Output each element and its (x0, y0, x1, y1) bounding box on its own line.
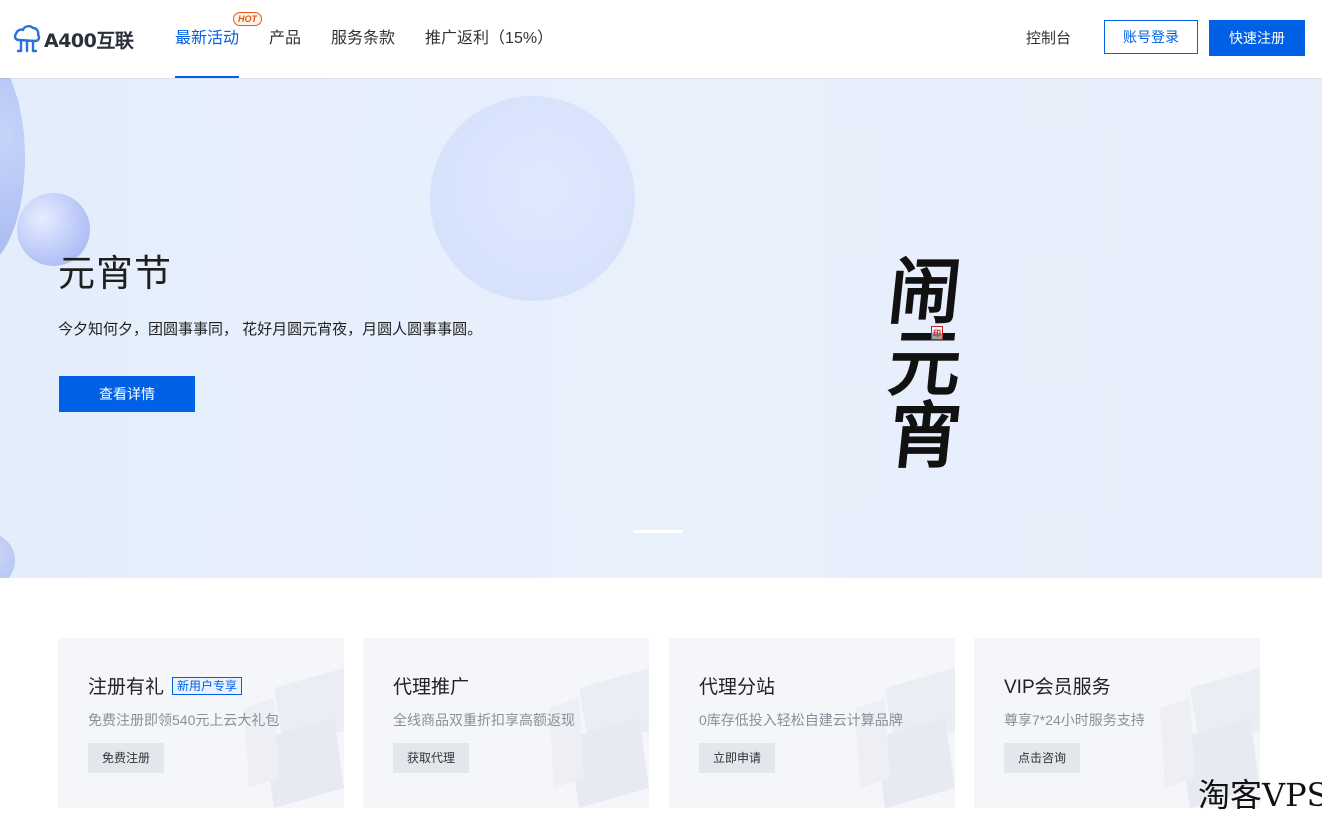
nav-item-label: 最新活动 (175, 30, 240, 47)
card-description: 免费注册即领540元上云大礼包 (88, 712, 280, 728)
calligraphy-char: 闹 (884, 249, 966, 334)
get-agent-button[interactable]: 获取代理 (393, 743, 470, 773)
logo-text: A400互联 (44, 29, 134, 52)
nav-item-latest-events[interactable]: 最新活动 HOT (175, 0, 262, 78)
card-description: 全线商品双重折扣享高额返现 (393, 712, 575, 728)
nav-item-label: 推广返利（15%） (425, 30, 554, 47)
apply-now-button[interactable]: 立即申请 (699, 743, 776, 773)
decorative-bubble (0, 533, 15, 578)
console-link[interactable]: 控制台 (1026, 0, 1071, 78)
new-user-tag: 新用户专享 (172, 676, 243, 695)
carousel-indicator (633, 530, 683, 533)
cube-decoration-icon (244, 668, 344, 808)
cube-decoration-icon (855, 668, 955, 808)
card-title: 代理推广 (393, 672, 469, 699)
calligraphy-char: 元 (884, 321, 966, 406)
top-header: A400互联 最新活动 HOT 产品 服务条款 推广返利（15%） 控制台 账号… (0, 0, 1322, 78)
nav-item-label: 服务条款 (331, 30, 396, 47)
card-title-text: 注册有礼 (88, 677, 165, 698)
hot-badge: HOT (233, 12, 262, 26)
login-button[interactable]: 账号登录 (1104, 20, 1198, 54)
carousel-dot-active[interactable] (633, 530, 683, 533)
nav-item-referral[interactable]: 推广返利（15%） (425, 0, 553, 78)
card-title-text: 代理分站 (699, 677, 776, 698)
card-title: 代理分站 (699, 672, 775, 699)
register-button[interactable]: 快速注册 (1209, 20, 1305, 56)
cloud-logo-icon (13, 25, 41, 53)
red-seal-icon: 印 (931, 326, 943, 340)
hero-banner: 元宵节 今夕知何夕，团圆事事同， 花好月圆元宵夜，月圆人圆事事圆。 查看详情 闹… (0, 78, 1322, 578)
watermark-text: 淘客VPS (1198, 776, 1322, 814)
main-nav: 最新活动 HOT 产品 服务条款 推广返利（15%） (175, 0, 583, 78)
nav-item-terms[interactable]: 服务条款 (331, 0, 395, 78)
card-description: 尊享7*24小时服务支持 (1004, 712, 1145, 728)
cube-decoration-icon (549, 668, 649, 808)
card-title-text: VIP会员服务 (1004, 677, 1111, 698)
view-details-button[interactable]: 查看详情 (59, 376, 195, 412)
decorative-bubble (430, 96, 635, 301)
card-agent-substation[interactable]: 代理分站 0库存低投入轻松自建云计算品牌 立即申请 (669, 638, 955, 808)
card-agent-promotion[interactable]: 代理推广 全线商品双重折扣享高额返现 获取代理 (363, 638, 649, 808)
banner-subtitle: 今夕知何夕，团圆事事同， 花好月圆元宵夜，月圆人圆事事圆。 (58, 321, 483, 338)
card-title-text: 代理推广 (393, 677, 470, 698)
calligraphy-char: 宵 (884, 393, 966, 478)
consult-button[interactable]: 点击咨询 (1004, 743, 1081, 773)
card-description: 0库存低投入轻松自建云计算品牌 (699, 712, 903, 728)
banner-title: 元宵节 (58, 253, 172, 294)
card-register-gift[interactable]: 注册有礼 新用户专享 免费注册即领540元上云大礼包 免费注册 (58, 638, 344, 808)
card-title: VIP会员服务 (1004, 672, 1111, 699)
nav-item-products[interactable]: 产品 (269, 0, 301, 78)
calligraphy-artwork: 闹 元 宵 印 (880, 249, 970, 481)
feature-cards: 注册有礼 新用户专享 免费注册即领540元上云大礼包 免费注册 代理推广 全线商… (58, 638, 1260, 808)
free-register-button[interactable]: 免费注册 (88, 743, 165, 773)
nav-item-label: 产品 (269, 30, 302, 47)
card-title: 注册有礼 新用户专享 (88, 672, 243, 699)
site-logo[interactable]: A400互联 (13, 24, 134, 54)
